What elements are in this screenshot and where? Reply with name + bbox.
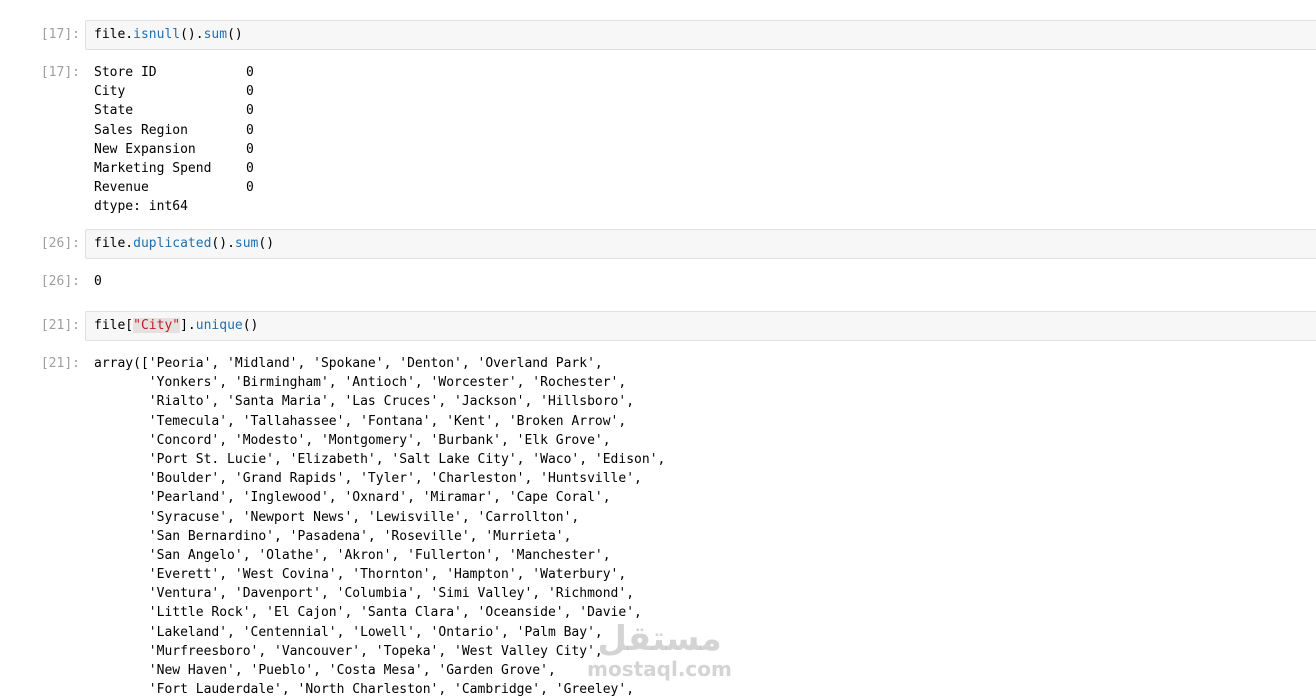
code-text: file["City"].unique()	[94, 318, 259, 333]
input-prompt: [21]:	[40, 318, 80, 333]
series-row: Marketing Spend 0	[94, 159, 254, 178]
series-row-value: 0	[246, 180, 254, 196]
series-dtype: dtype: int64	[94, 199, 188, 215]
array-output-line: 'Pearland', 'Inglewood', 'Oxnard', 'Mira…	[94, 490, 611, 506]
code-text: file.isnull().sum()	[94, 27, 243, 42]
array-output-line: 'Fort Lauderdale', 'North Charleston', '…	[94, 682, 635, 698]
output-prompt: [26]:	[40, 274, 80, 289]
series-row: City 0	[94, 82, 254, 101]
output-prompt: [21]:	[40, 356, 80, 371]
array-output-line: 'Syracuse', 'Newport News', 'Lewisville'…	[94, 509, 580, 525]
series-row: Store ID 0	[94, 63, 254, 82]
series-row: Revenue 0	[94, 178, 254, 197]
array-output-line: 'Temecula', 'Tallahassee', 'Fontana', 'K…	[94, 413, 627, 429]
array-output-line: 'New Haven', 'Pueblo', 'Costa Mesa', 'Ga…	[94, 663, 556, 678]
series-row-name: State	[94, 103, 134, 119]
array-output-line: 'San Bernardino', 'Pasadena', 'Roseville…	[94, 528, 572, 544]
series-row-name: New Expansion	[94, 141, 196, 157]
series-row-name: Sales Region	[94, 122, 188, 138]
array-output-line: 'Murfreesboro', 'Vancouver', 'Topeka', '…	[94, 643, 603, 659]
code-input-area[interactable]: file["City"].unique()	[85, 311, 1316, 341]
series-row-value: 0	[246, 84, 254, 100]
series-row-value: 0	[246, 141, 254, 157]
code-text: file.duplicated().sum()	[94, 236, 275, 251]
series-row-name: Marketing Spend	[94, 160, 212, 176]
series-row-value: 0	[246, 160, 254, 176]
array-output-line: 'Port St. Lucie', 'Elizabeth', 'Salt Lak…	[94, 451, 666, 467]
array-output-line: 'Everett', 'West Covina', 'Thornton', 'H…	[94, 567, 627, 583]
array-output-line: 'San Angelo', 'Olathe', 'Akron', 'Fuller…	[94, 547, 611, 563]
array-output-line: 'Concord', 'Modesto', 'Montgomery', 'Bur…	[94, 432, 611, 448]
series-row: State 0	[94, 101, 254, 120]
series-row-name: Revenue	[94, 180, 149, 196]
input-prompt: [26]:	[40, 236, 80, 251]
input-prompt: [17]:	[40, 27, 80, 42]
series-row-name: City	[94, 84, 126, 100]
series-row-name: Store ID	[94, 65, 157, 80]
output-value: 0	[94, 274, 102, 289]
series-row: New Expansion 0	[94, 140, 254, 159]
array-output-line: 'Boulder', 'Grand Rapids', 'Tyler', 'Cha…	[94, 471, 642, 487]
array-output-line: 'Ventura', 'Davenport', 'Columbia', 'Sim…	[94, 586, 635, 602]
series-row-value: 0	[246, 65, 254, 80]
output-series: Store ID 0 City 0 State 0 Sales Region 0 New Exp…	[94, 63, 254, 217]
array-output-line: 'Yonkers', 'Birmingham', 'Antioch', 'Wor…	[94, 375, 627, 391]
array-output-line: array(['Peoria', 'Midland', 'Spokane', '…	[94, 356, 603, 371]
array-output-line: 'Little Rock', 'El Cajon', 'Santa Clara'…	[94, 605, 642, 621]
array-output-line: 'Rialto', 'Santa Maria', 'Las Cruces', '…	[94, 394, 635, 410]
output-prompt: [17]:	[40, 65, 80, 80]
series-row: Sales Region 0	[94, 121, 254, 140]
output-array: array(['Peoria', 'Midland', 'Spokane', '…	[94, 354, 665, 699]
code-input-area[interactable]: file.duplicated().sum()	[85, 229, 1316, 259]
array-output-line: 'Lakeland', 'Centennial', 'Lowell', 'Ont…	[94, 624, 603, 640]
series-row-value: 0	[246, 122, 254, 138]
code-input-area[interactable]: file.isnull().sum()	[85, 20, 1316, 50]
series-row-value: 0	[246, 103, 254, 119]
